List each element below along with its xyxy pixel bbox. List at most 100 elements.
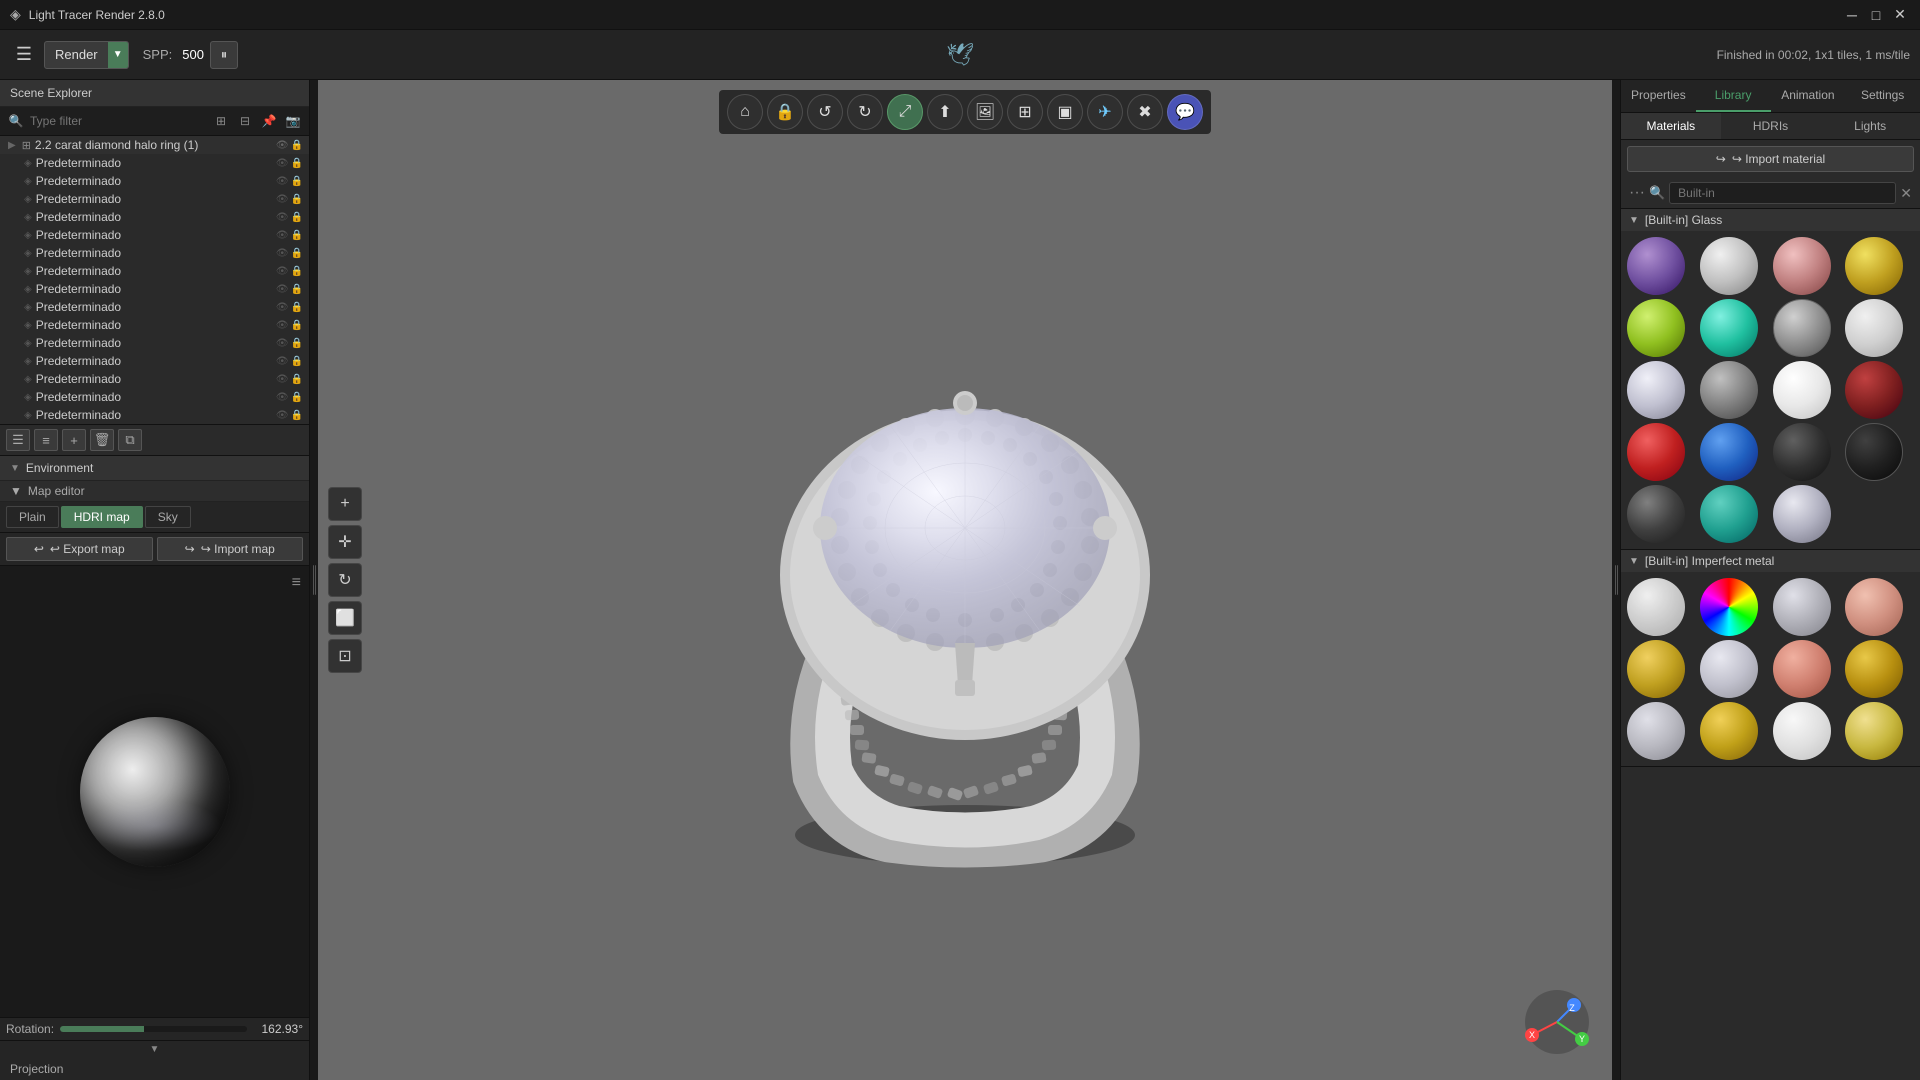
glass-material-15[interactable] [1845,423,1903,481]
camera-icon[interactable]: 📷 [283,111,303,131]
eye-icon[interactable]: 👁 [276,140,289,151]
item-eye-icon[interactable]: 👁 [276,158,289,169]
tree-child-item[interactable]: ◈ Predeterminado 👁 🔒 [0,316,309,334]
item-lock-icon[interactable]: 🔒 [291,176,303,187]
discord-button[interactable]: 💬 [1167,94,1203,130]
glass-material-5[interactable] [1700,299,1758,357]
glass-material-0[interactable] [1627,237,1685,295]
import-map-button[interactable]: ↪ ↪ Import map [157,537,304,561]
imperfect-material-10[interactable] [1773,702,1831,760]
export-view-button[interactable]: ✈ [1087,94,1123,130]
tab-hdri[interactable]: HDRI map [61,506,143,528]
glass-material-12[interactable] [1627,423,1685,481]
pin-icon[interactable]: 📌 [259,111,279,131]
tab-plain[interactable]: Plain [6,506,59,528]
expand-arrow[interactable]: ▼ [0,1040,309,1058]
select-tool-button[interactable]: ⊡ [328,639,362,673]
glass-material-6[interactable] [1773,299,1831,357]
glass-material-8[interactable] [1627,361,1685,419]
item-eye-icon[interactable]: 👁 [276,320,289,331]
list-btn[interactable]: ≡ [34,429,58,451]
tree-child-item[interactable]: ◈ Predeterminado 👁 🔒 [0,280,309,298]
grid-view-icon[interactable]: ⊟ [235,111,255,131]
lock-small-icon[interactable]: 🔒 [291,140,303,151]
up-view-button[interactable]: ⬆ [927,94,963,130]
item-eye-icon[interactable]: 👁 [276,230,289,241]
tab-properties[interactable]: Properties [1621,80,1696,112]
imperfect-material-0[interactable] [1627,578,1685,636]
move-tool-button[interactable]: ✛ [328,525,362,559]
imperfect-material-4[interactable] [1627,640,1685,698]
add-tool-button[interactable]: + [328,487,362,521]
item-eye-icon[interactable]: 👁 [276,338,289,349]
scene-search-input[interactable] [30,114,207,128]
close-view-button[interactable]: ✖ [1127,94,1163,130]
item-lock-icon[interactable]: 🔒 [291,212,303,223]
item-eye-icon[interactable]: 👁 [276,194,289,205]
glass-material-3[interactable] [1845,237,1903,295]
grid-view-button[interactable]: ⊞ [1007,94,1043,130]
env-menu-button[interactable]: ≡ [292,574,301,592]
glass-material-17[interactable] [1700,485,1758,543]
tab-hdris[interactable]: HDRIs [1721,113,1821,139]
delete-btn[interactable]: 🗑 [90,429,114,451]
tree-child-item[interactable]: ◈ Predeterminado 👁 🔒 [0,244,309,262]
tree-child-item[interactable]: ◈ Predeterminado 👁 🔒 [0,190,309,208]
tree-root-item[interactable]: ▶ ⊞ 2.2 carat diamond halo ring (1) 👁 🔒 [0,136,309,154]
render-label[interactable]: Render [45,47,108,62]
pause-button[interactable]: ⏸ [210,41,238,69]
tab-settings[interactable]: Settings [1845,80,1920,112]
export-map-button[interactable]: ↩ ↩ Export map [6,537,153,561]
item-lock-icon[interactable]: 🔒 [291,356,303,367]
glass-material-9[interactable] [1700,361,1758,419]
glass-material-11[interactable] [1845,361,1903,419]
tab-animation[interactable]: Animation [1771,80,1846,112]
tree-child-item[interactable]: ◈ Predeterminado 👁 🔒 [0,370,309,388]
lock-view-button[interactable]: 🔒 [767,94,803,130]
glass-material-4[interactable] [1627,299,1685,357]
scale-tool-button[interactable]: ⬜ [328,601,362,635]
viewport[interactable]: ⌂ 🔒 ↺ ↻ ⤢ ⬆ 🖼 ⊞ ▣ ✈ ✖ 💬 + ✛ ↻ ⬜ ⊡ [318,80,1612,1080]
home-view-button[interactable]: ⌂ [727,94,763,130]
imperfect-material-3[interactable] [1845,578,1903,636]
glass-section-header[interactable]: ▼ [Built-in] Glass [1621,209,1920,231]
glass-material-2[interactable] [1773,237,1831,295]
imperfect-material-7[interactable] [1845,640,1903,698]
imperfect-material-8[interactable] [1627,702,1685,760]
tree-child-item[interactable]: ◈ Predeterminado 👁 🔒 [0,172,309,190]
expand-view-button[interactable]: ⤢ [887,94,923,130]
close-button[interactable]: ✕ [1890,5,1910,25]
item-lock-icon[interactable]: 🔒 [291,194,303,205]
item-lock-icon[interactable]: 🔒 [291,374,303,385]
item-lock-icon[interactable]: 🔒 [291,302,303,313]
bullet-list-btn[interactable]: ☰ [6,429,30,451]
glass-material-13[interactable] [1700,423,1758,481]
imperfect-section-header[interactable]: ▼ [Built-in] Imperfect metal [1621,550,1920,572]
item-eye-icon[interactable]: 👁 [276,248,289,259]
item-lock-icon[interactable]: 🔒 [291,410,303,421]
filter-close-icon[interactable]: ✕ [1900,185,1912,202]
list-view-icon[interactable]: ⊞ [211,111,231,131]
tree-child-item[interactable]: ◈ Predeterminado 👁 🔒 [0,154,309,172]
item-lock-icon[interactable]: 🔒 [291,230,303,241]
item-lock-icon[interactable]: 🔒 [291,158,303,169]
env-collapse-arrow[interactable]: ▼ [10,463,20,474]
imperfect-material-9[interactable] [1700,702,1758,760]
item-eye-icon[interactable]: 👁 [276,176,289,187]
imperfect-material-1[interactable] [1700,578,1758,636]
tree-child-item[interactable]: ◈ Predeterminado 👁 🔒 [0,262,309,280]
item-lock-icon[interactable]: 🔒 [291,248,303,259]
image-view-button[interactable]: 🖼 [967,94,1003,130]
minimize-button[interactable]: ─ [1842,5,1862,25]
item-lock-icon[interactable]: 🔒 [291,320,303,331]
import-material-button[interactable]: ↪ ↪ Import material [1627,146,1914,172]
add-btn[interactable]: + [62,429,86,451]
glass-material-7[interactable] [1845,299,1903,357]
material-filter-input[interactable] [1669,182,1896,204]
copy-btn[interactable]: ⧉ [118,429,142,451]
item-eye-icon[interactable]: 👁 [276,356,289,367]
item-eye-icon[interactable]: 👁 [276,392,289,403]
materials-scroll-area[interactable]: ▼ [Built-in] Glass ▼ [Built-in] Imperfec… [1621,209,1920,1080]
item-lock-icon[interactable]: 🔒 [291,284,303,295]
maximize-button[interactable]: □ [1866,5,1886,25]
